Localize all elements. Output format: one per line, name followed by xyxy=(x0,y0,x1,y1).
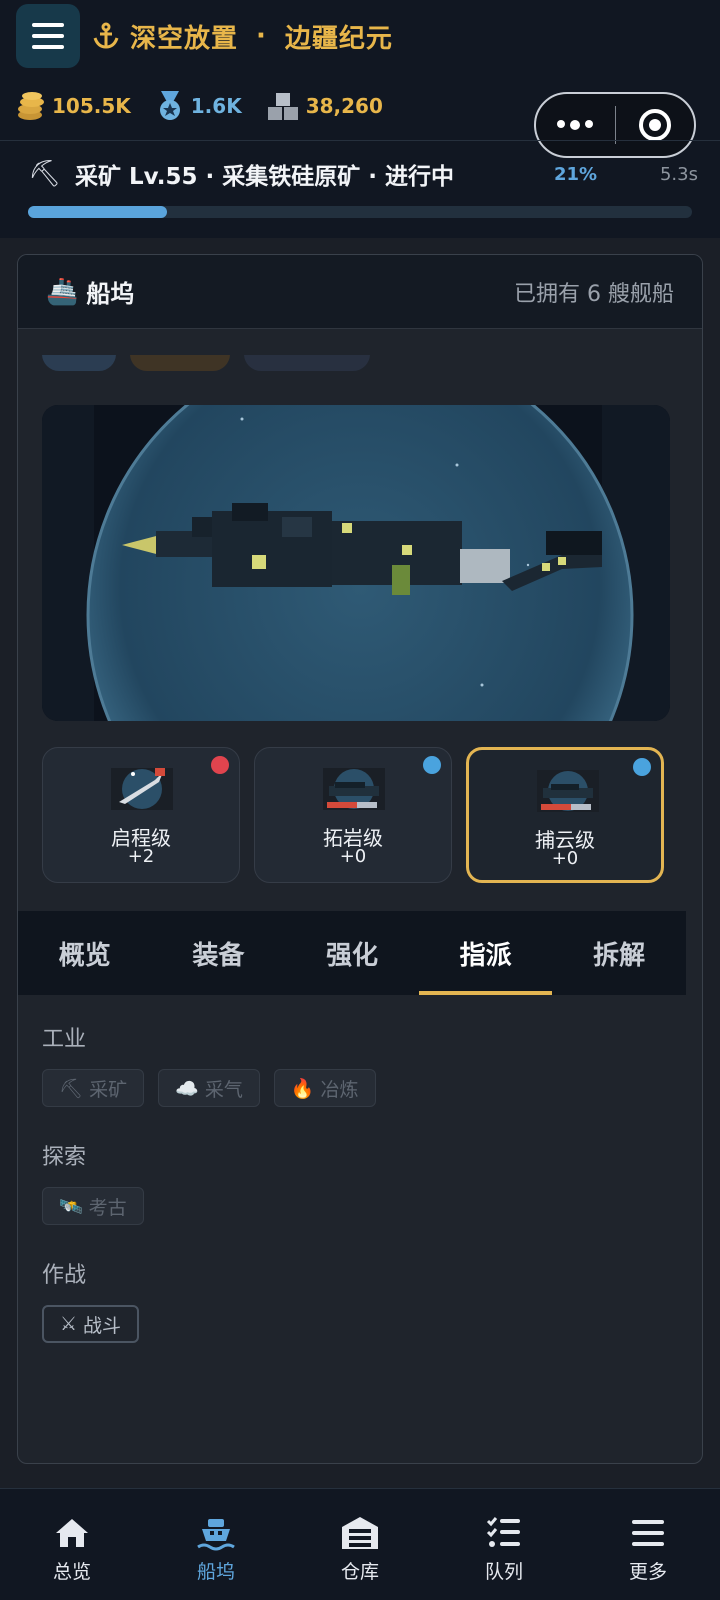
task-description: 采矿 Lv.55 · 采集铁硅原矿 · 进行中 xyxy=(75,164,455,190)
group-title: 作战 xyxy=(42,1263,87,1288)
medal-icon xyxy=(159,91,180,120)
menu-icon xyxy=(32,23,64,49)
pickaxe-icon: ⛏ xyxy=(59,1077,84,1100)
tab-enhance[interactable]: 强化 xyxy=(285,911,419,995)
dispatch-smelting-button[interactable]: 🔥 冶炼 xyxy=(273,1069,376,1107)
title-main: 深空放置 xyxy=(130,23,239,54)
chip-label: 考古 xyxy=(88,1196,127,1219)
tab-overview[interactable]: 概览 xyxy=(18,911,152,995)
nav-label: 队列 xyxy=(484,1561,523,1583)
dispatch-mining-button[interactable]: ⛏ 采矿 xyxy=(42,1069,145,1107)
cargo-resource: 38,260 xyxy=(266,91,383,121)
ship-thumbnail-icon xyxy=(323,768,385,810)
medals-value: 1.6K xyxy=(190,94,242,118)
fire-icon: 🔥 xyxy=(290,1077,315,1100)
coins-value: 105.5K xyxy=(52,94,131,118)
nav-label: 仓库 xyxy=(340,1561,379,1583)
medals-resource: 1.6K xyxy=(155,90,242,122)
coins-icon xyxy=(18,92,44,120)
hamburger-menu-button[interactable] xyxy=(16,4,80,68)
cargo-boxes-icon xyxy=(267,93,298,120)
task-progress-fill xyxy=(28,206,168,218)
satellite-icon: 🛰️ xyxy=(59,1195,83,1218)
ship-selector: 启程级 +2 拓岩级 +0 捕云级 +0 xyxy=(42,747,702,887)
dispatch-panel: 工业 ⛏ 采矿 ☁️ 采气 🔥 冶炼 探索 🛰️ 考古 作战 ⚔ 战斗 xyxy=(42,1021,662,1375)
nav-overview[interactable]: 总览 xyxy=(0,1489,144,1600)
dispatch-battle-button[interactable]: ⚔ 战斗 xyxy=(42,1305,140,1343)
ship-tag-row xyxy=(42,355,682,401)
group-title: 工业 xyxy=(42,1027,87,1052)
chip-label: 采矿 xyxy=(89,1078,128,1101)
anchor-icon xyxy=(93,22,119,49)
nav-label: 更多 xyxy=(628,1561,667,1583)
dispatch-gas-button[interactable]: ☁️ 采气 xyxy=(158,1069,260,1107)
tab-dismantle[interactable]: 拆解 xyxy=(552,911,686,995)
dock-header: 🚢 船坞 已拥有 6 艘舰船 xyxy=(18,255,702,329)
dispatch-group-combat: 作战 ⚔ 战斗 xyxy=(42,1257,662,1343)
task-progress-bar xyxy=(28,206,692,218)
target-icon xyxy=(638,109,671,141)
owned-ships-count: 已拥有 6 艘舰船 xyxy=(514,281,674,307)
list-icon xyxy=(486,1517,520,1547)
cloud-icon: ☁️ xyxy=(175,1077,199,1100)
ship-icon: 🚢 xyxy=(46,276,79,307)
warehouse-icon xyxy=(342,1517,378,1549)
chip-label: 采气 xyxy=(204,1078,243,1101)
game-title: 深空放置 · 边疆纪元 xyxy=(92,14,393,58)
ship-preview-image xyxy=(42,405,670,721)
ship-enhance-level: +0 xyxy=(551,848,579,869)
ship-thumbnail-icon xyxy=(537,770,599,812)
dispatch-archaeology-button[interactable]: 🛰️ 考古 xyxy=(42,1187,144,1225)
nav-label: 总览 xyxy=(52,1561,91,1583)
chip-label: 冶炼 xyxy=(320,1078,359,1101)
home-icon xyxy=(56,1519,88,1547)
ship-detail-tabs: 概览 装备 强化 指派 拆解 xyxy=(18,911,686,995)
cargo-value: 38,260 xyxy=(305,94,383,118)
status-dot xyxy=(423,756,441,774)
ship-preview[interactable] xyxy=(42,405,670,721)
menu-icon xyxy=(632,1520,664,1546)
ship-card-selected[interactable]: 捕云级 +0 xyxy=(466,747,664,883)
nav-warehouse[interactable]: 仓库 xyxy=(288,1489,432,1600)
ship-tag xyxy=(244,355,370,371)
task-percent: 21% xyxy=(554,163,598,185)
title-sub: 边疆纪元 xyxy=(284,23,393,54)
status-dot xyxy=(633,758,651,776)
resource-bar: 105.5K 1.6K 38,260 xyxy=(14,86,383,126)
title-separator: · xyxy=(256,21,267,51)
ship-tag xyxy=(130,355,230,371)
ship-enhance-level: +0 xyxy=(339,846,367,867)
dispatch-group-industry: 工业 ⛏ 采矿 ☁️ 采气 🔥 冶炼 xyxy=(42,1021,662,1107)
nav-queue[interactable]: 队列 xyxy=(432,1489,576,1600)
status-dot xyxy=(211,756,229,774)
group-title: 探索 xyxy=(42,1145,87,1170)
ship-tag xyxy=(42,355,116,371)
header-divider xyxy=(0,140,720,141)
dock-title: 船坞 xyxy=(86,280,135,308)
ship-card[interactable]: 拓岩级 +0 xyxy=(254,747,452,883)
task-time: 5.3s xyxy=(659,163,698,185)
ship-thumbnail-icon xyxy=(111,768,173,810)
dispatch-group-explore: 探索 🛰️ 考古 xyxy=(42,1139,662,1225)
coins-resource: 105.5K xyxy=(14,91,131,121)
ship-icon xyxy=(197,1519,235,1551)
swords-icon: ⚔ xyxy=(60,1313,78,1335)
miniprogram-capsule xyxy=(534,92,696,158)
close-miniprogram-button[interactable] xyxy=(616,109,695,141)
ship-card[interactable]: 启程级 +2 xyxy=(42,747,240,883)
chip-label: 战斗 xyxy=(83,1314,122,1337)
tab-dispatch[interactable]: 指派 xyxy=(418,911,553,995)
nav-label: 船坞 xyxy=(196,1561,235,1583)
ship-enhance-level: +2 xyxy=(127,846,155,867)
dock-panel: 🚢 船坞 已拥有 6 艘舰船 启程级 +2 拓岩级 +0 捕云级 +0 概览 装… xyxy=(17,254,703,1464)
bottom-navigation: 总览 船坞 仓库 队列 更多 xyxy=(0,1488,720,1600)
current-task[interactable]: ⛏ 采矿 Lv.55 · 采集铁硅原矿 · 进行中 21% 5.3s xyxy=(28,154,698,194)
nav-dock[interactable]: 船坞 xyxy=(144,1489,288,1600)
tab-equipment[interactable]: 装备 xyxy=(152,911,286,995)
nav-more[interactable]: 更多 xyxy=(576,1489,720,1600)
top-header: 深空放置 · 边疆纪元 105.5K 1.6K 38,260 ⛏ 采矿 Lv.5… xyxy=(0,0,720,238)
pickaxe-icon: ⛏ xyxy=(28,159,62,189)
more-options-button[interactable] xyxy=(536,120,615,130)
